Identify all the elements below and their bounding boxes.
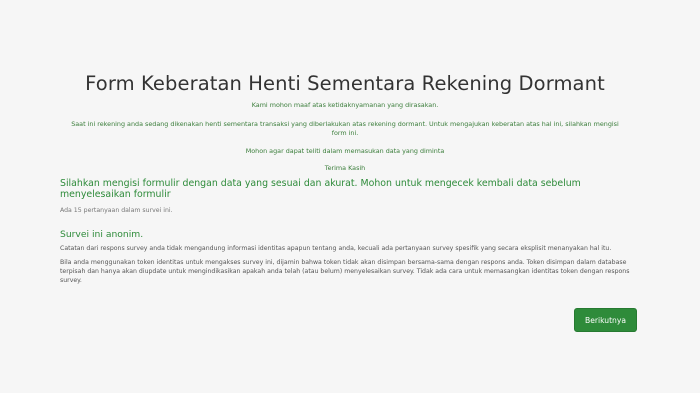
question-count: Ada 15 pertanyaan dalam survei ini.	[60, 207, 173, 214]
survey-description-heading: Silahkan mengisi formulir dengan data ya…	[60, 178, 581, 200]
welcome-description: Saat ini rekening anda sedang dikenakan …	[71, 120, 619, 137]
anonymous-note-1: Catatan dari respons survey anda tidak m…	[60, 245, 612, 252]
anonymous-heading: Survei ini anonim.	[60, 229, 144, 240]
anonymous-note-2: Bila anda menggunakan token identitas un…	[60, 259, 630, 284]
welcome-thanks: Terima Kasih	[324, 164, 366, 172]
next-button[interactable]: Berikutnya	[574, 308, 637, 332]
survey-content: Form Keberatan Henti Sementara Rekening …	[60, 72, 630, 285]
survey-welcome-page: Form Keberatan Henti Sementara Rekening …	[0, 0, 700, 393]
survey-title: Form Keberatan Henti Sementara Rekening …	[85, 72, 605, 95]
welcome-apology: Kami mohon maaf atas ketidaknyamanan yan…	[251, 101, 439, 109]
welcome-instruction: Mohon agar dapat teliti dalam memasukan …	[245, 147, 445, 155]
